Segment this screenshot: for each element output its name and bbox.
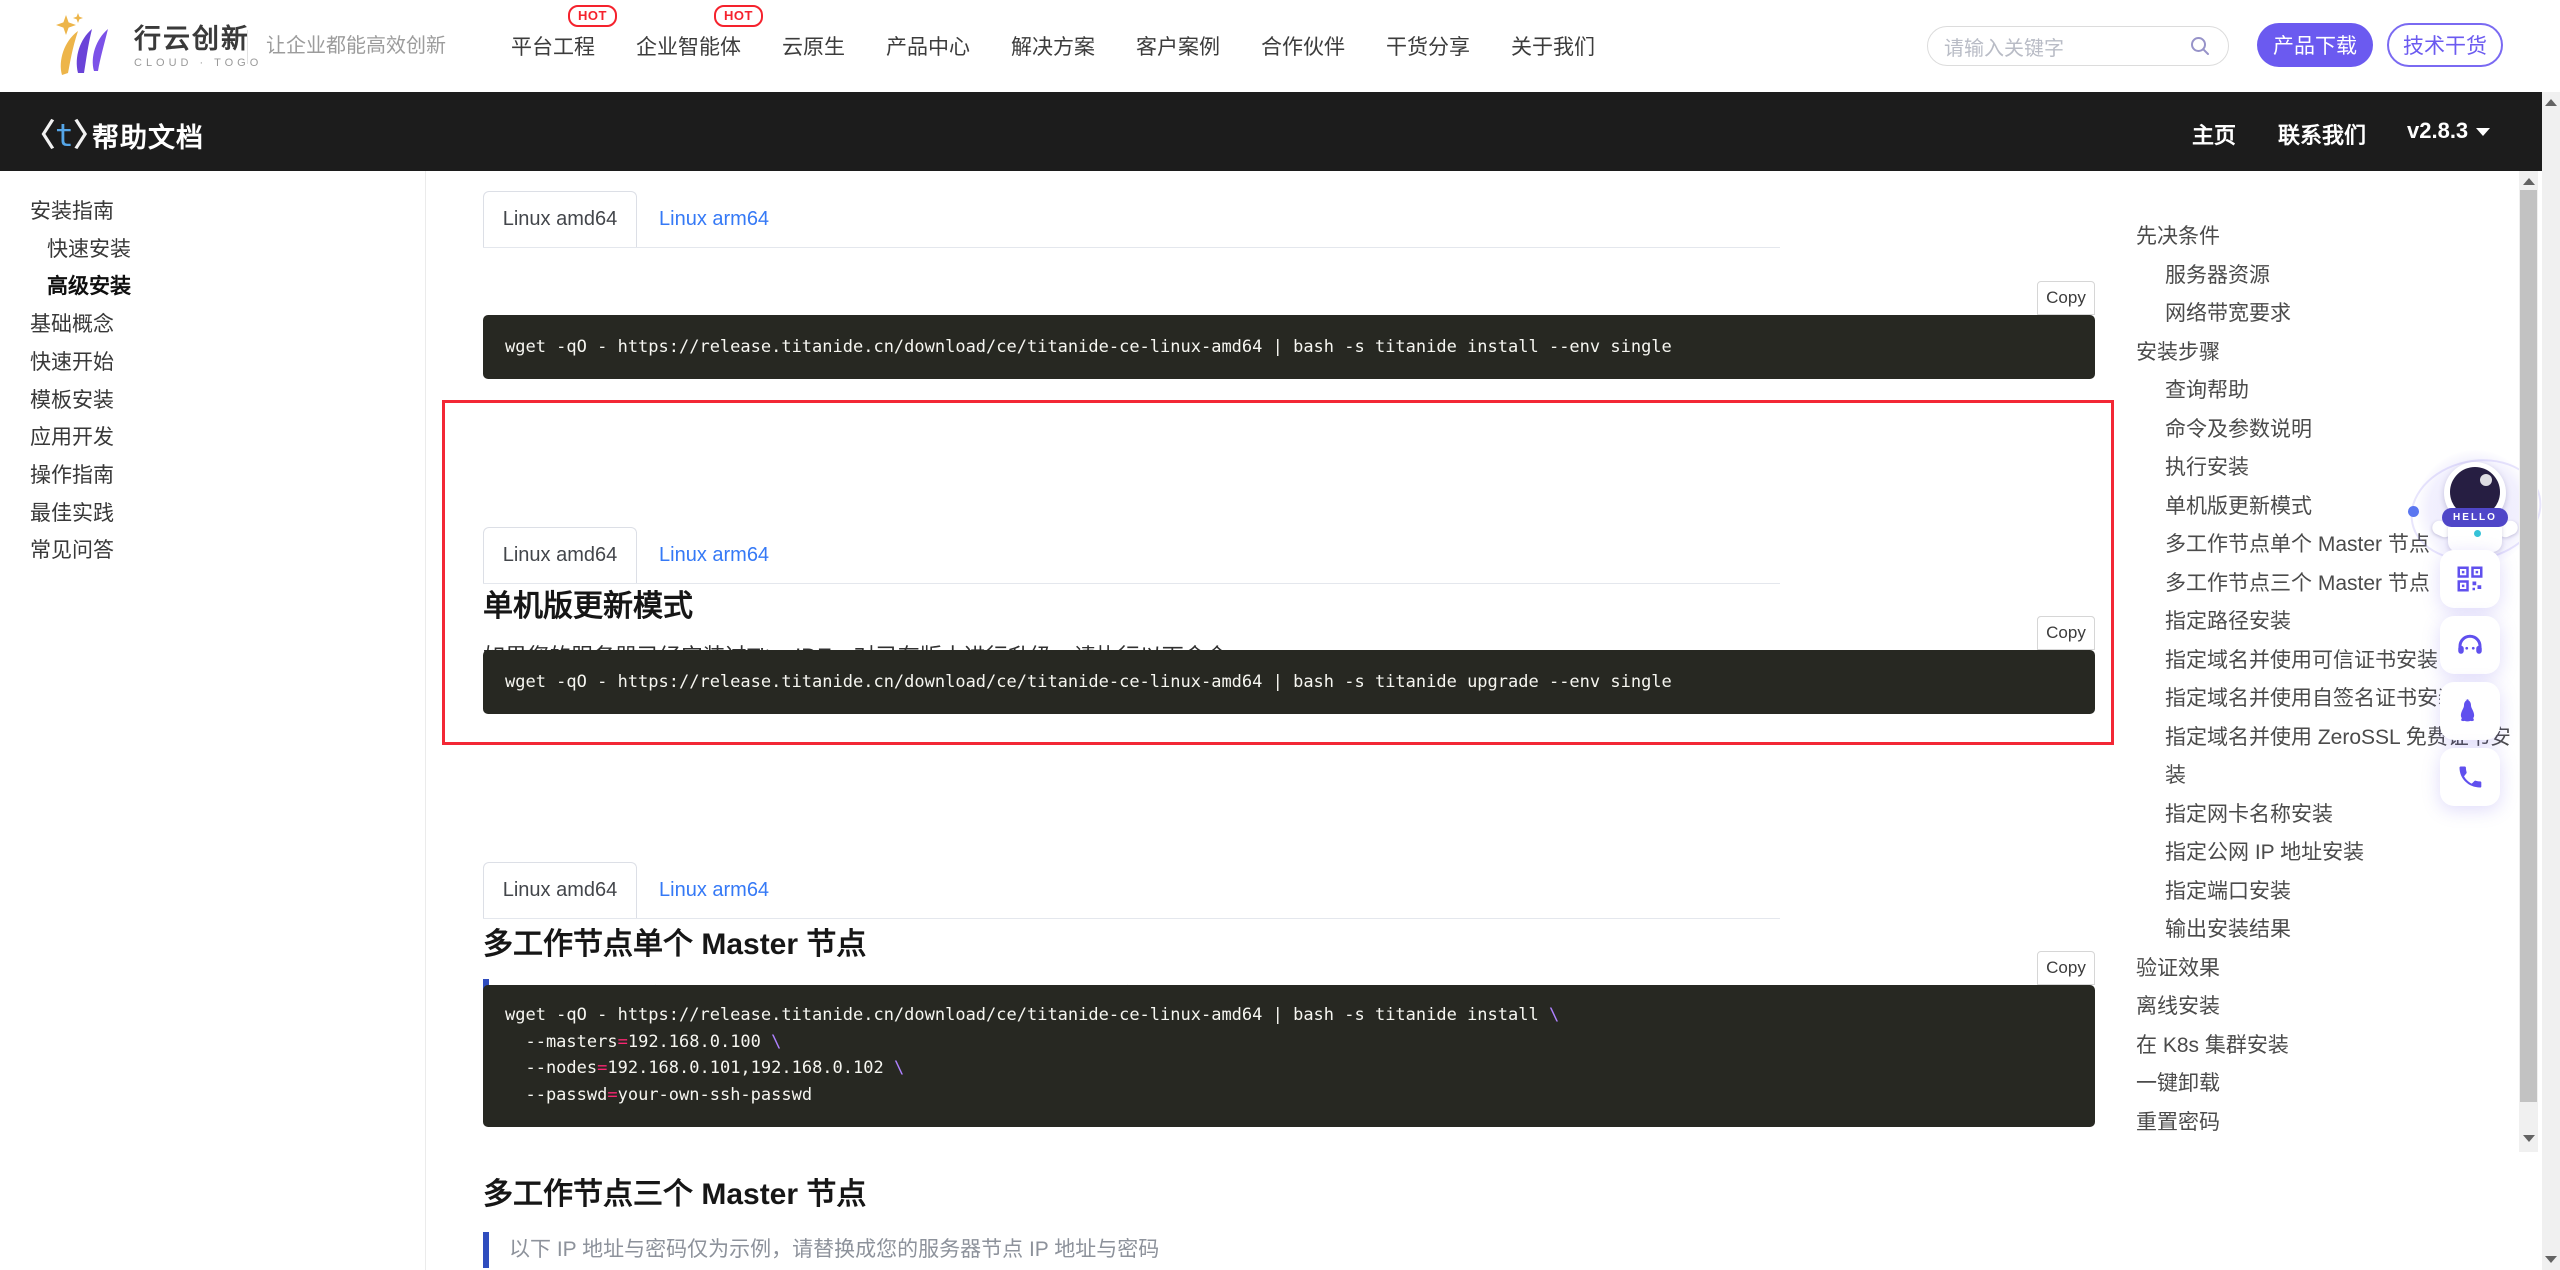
arch-tabs: Linux amd64 Linux arm64 — [483, 191, 1780, 248]
menu-item[interactable]: 平台工程 HOT — [511, 31, 595, 61]
phone-icon — [2456, 763, 2484, 791]
arch-tabs: Linux amd64 Linux arm64 — [483, 862, 1780, 919]
divider — [247, 30, 248, 64]
tab-linux-arm64[interactable]: Linux arm64 — [659, 527, 769, 583]
floating-action-column — [2440, 550, 2500, 814]
copy-button[interactable]: Copy — [2037, 616, 2095, 650]
section-heading-multi-single-master: 多工作节点单个 Master 节点 — [483, 919, 866, 963]
company-logo-icon — [48, 13, 124, 79]
menu-item[interactable]: 客户案例 — [1136, 31, 1220, 61]
doc-content: Linux amd64 Linux arm64 Copy wget -qO - … — [483, 171, 2095, 1270]
scrollbar-thumb[interactable] — [2520, 190, 2537, 1102]
tab-linux-amd64[interactable]: Linux amd64 — [483, 862, 637, 918]
scroll-down-arrow-icon[interactable] — [2523, 1135, 2535, 1142]
code-block: wget -qO - https://release.titanide.cn/d… — [483, 315, 2095, 379]
decorative-dot — [2408, 506, 2419, 517]
toc-item[interactable]: 服务器资源 — [2136, 257, 2522, 296]
company-logo[interactable]: 行云创新 CLOUD · TOGO — [48, 12, 262, 80]
copy-button[interactable]: Copy — [2037, 951, 2095, 985]
menu-item[interactable]: 产品中心 — [886, 31, 970, 61]
hello-badge: HELLO — [2442, 508, 2508, 527]
customer-service-button[interactable] — [2440, 616, 2500, 674]
qq-contact-button[interactable] — [2440, 682, 2500, 740]
sidebar-item[interactable]: 基础概念 — [30, 306, 390, 344]
toc-item[interactable]: 在 K8s 集群安装 — [2136, 1027, 2522, 1066]
scroll-up-arrow-icon[interactable] — [2545, 99, 2557, 106]
toc-item[interactable]: 一键卸载 — [2136, 1065, 2522, 1104]
doc-header-bar: 〈t〉 帮助文档 主页 联系我们 v2.8.3 — [0, 92, 2542, 171]
search-icon[interactable] — [2188, 34, 2212, 58]
toc-item[interactable]: 安装步骤 — [2136, 334, 2522, 373]
toc-item[interactable]: 网络带宽要求 — [2136, 295, 2522, 334]
toc-item[interactable]: 查询帮助 — [2136, 372, 2522, 411]
sidebar-item[interactable]: 快速开始 — [30, 344, 390, 382]
sidebar-item[interactable]: 快速安装 — [30, 231, 390, 269]
toc-item[interactable]: 命令及参数说明 — [2136, 411, 2522, 450]
toc-item[interactable]: 指定端口安装 — [2136, 873, 2522, 912]
version-selector[interactable]: v2.8.3 — [2407, 118, 2490, 144]
tech-articles-button[interactable]: 技术干货 — [2387, 23, 2503, 67]
menu-item[interactable]: 解决方案 — [1011, 31, 1095, 61]
toc-item[interactable]: 先决条件 — [2136, 218, 2522, 257]
qr-code-button[interactable] — [2440, 550, 2500, 608]
section-heading-single-upgrade: 单机版更新模式 — [483, 581, 693, 625]
toc-item[interactable]: 指定公网 IP 地址安装 — [2136, 834, 2522, 873]
headset-icon — [2455, 630, 2485, 660]
hot-badge: HOT — [568, 5, 617, 27]
search-placeholder: 请输入关键字 — [1944, 32, 2188, 61]
doc-title: 帮助文档 — [92, 116, 204, 155]
sidebar-item[interactable]: 安装指南 — [30, 193, 390, 231]
main-menu: 平台工程 HOT 企业智能体 HOT 云原生 产品中心 — [511, 0, 1595, 92]
tab-linux-amd64[interactable]: Linux amd64 — [483, 527, 637, 583]
qq-penguin-icon — [2455, 696, 2485, 726]
company-name: 行云创新 — [134, 24, 262, 54]
tab-linux-arm64[interactable]: Linux arm64 — [659, 191, 769, 247]
menu-item[interactable]: 企业智能体 HOT — [636, 31, 741, 61]
sidebar-item[interactable]: 常见问答 — [30, 532, 390, 570]
sidebar-nav: 安装指南 快速安装 高级安装 基础概念 快速开始 模板安装 应用开发 操作指南 … — [30, 193, 390, 570]
divider — [425, 171, 426, 1270]
sidebar-item[interactable]: 模板安装 — [30, 382, 390, 420]
menu-item[interactable]: 干货分享 — [1386, 31, 1470, 61]
home-link[interactable]: 主页 — [2192, 118, 2236, 150]
sidebar-item[interactable]: 高级安装 — [30, 268, 390, 306]
tab-linux-arm64[interactable]: Linux arm64 — [659, 862, 769, 918]
menu-item[interactable]: 云原生 — [782, 31, 845, 61]
chevron-down-icon — [2476, 128, 2490, 136]
product-download-button[interactable]: 产品下载 — [2257, 23, 2373, 67]
note-blockquote: 以下 IP 地址与密码仅为示例，请替换成您的服务器节点 IP 地址与密码 — [483, 1232, 1159, 1268]
sidebar-item[interactable]: 操作指南 — [30, 457, 390, 495]
search-input[interactable]: 请输入关键字 — [1927, 26, 2229, 66]
scroll-up-arrow-icon[interactable] — [2523, 178, 2535, 185]
page-scrollbar[interactable] — [2542, 92, 2560, 1270]
page: 行云创新 CLOUD · TOGO 让企业都能高效创新 平台工程 HOT 企业智… — [0, 0, 2560, 1270]
toc-item[interactable]: 重置密码 — [2136, 1104, 2522, 1143]
top-nav: 行云创新 CLOUD · TOGO 让企业都能高效创新 平台工程 HOT 企业智… — [0, 0, 2560, 92]
sidebar-item[interactable]: 最佳实践 — [30, 495, 390, 533]
toc-item[interactable]: 验证效果 — [2136, 950, 2522, 989]
company-name-en: CLOUD · TOGO — [134, 57, 262, 69]
menu-item[interactable]: 合作伙伴 — [1261, 31, 1345, 61]
menu-item[interactable]: 关于我们 — [1511, 31, 1595, 61]
section-heading-multi-three-master: 多工作节点三个 Master 节点 — [483, 1169, 866, 1213]
content-scrollbar[interactable] — [2519, 171, 2538, 1152]
toc-item[interactable]: 离线安装 — [2136, 988, 2522, 1027]
code-block: wget -qO - https://release.titanide.cn/d… — [483, 650, 2095, 714]
tab-linux-amd64[interactable]: Linux amd64 — [483, 191, 637, 247]
code-block: wget -qO - https://release.titanide.cn/d… — [483, 985, 2095, 1127]
hot-badge: HOT — [714, 5, 763, 27]
arch-tabs: Linux amd64 Linux arm64 — [483, 527, 1780, 584]
qr-code-icon — [2455, 564, 2485, 594]
contact-link[interactable]: 联系我们 — [2278, 118, 2366, 150]
toc-item[interactable]: 输出安装结果 — [2136, 911, 2522, 950]
sidebar-item[interactable]: 应用开发 — [30, 419, 390, 457]
company-tagline: 让企业都能高效创新 — [266, 0, 446, 92]
copy-button[interactable]: Copy — [2037, 281, 2095, 315]
phone-contact-button[interactable] — [2440, 748, 2500, 806]
scroll-down-arrow-icon[interactable] — [2545, 1256, 2557, 1263]
